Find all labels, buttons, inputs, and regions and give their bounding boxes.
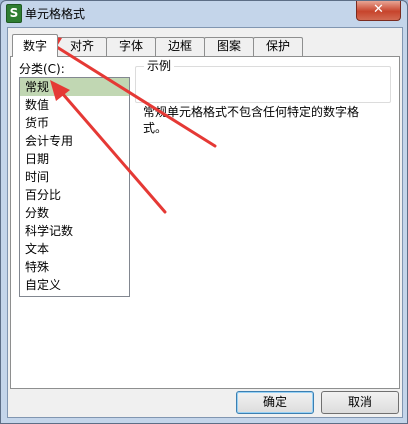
spreadsheet-app-icon: S xyxy=(6,4,22,23)
list-item-general[interactable]: 常规 xyxy=(20,78,129,96)
format-cells-dialog: S 单元格格式 ✕ 数字 对齐 字体 边框 图案 保护 分类(C): 常规 数值… xyxy=(0,0,408,424)
list-item-time[interactable]: 时间 xyxy=(20,168,129,186)
cancel-button[interactable]: 取消 xyxy=(321,391,399,414)
list-item-custom[interactable]: 自定义 xyxy=(20,276,129,294)
tab-protection[interactable]: 保护 xyxy=(253,37,303,56)
format-description: 常规单元格格式不包含任何特定的数字格式。 xyxy=(143,105,360,135)
list-item-fraction[interactable]: 分数 xyxy=(20,204,129,222)
list-item-special[interactable]: 特殊 xyxy=(20,258,129,276)
close-button[interactable]: ✕ xyxy=(356,1,401,21)
preview-label: 示例 xyxy=(144,59,175,73)
list-item-scientific[interactable]: 科学记数 xyxy=(20,222,129,240)
ok-button[interactable]: 确定 xyxy=(236,391,314,414)
dialog-title: 单元格格式 xyxy=(25,7,86,21)
dialog-body: 数字 对齐 字体 边框 图案 保护 分类(C): 常规 数值 货币 会计专用 日… xyxy=(7,27,403,418)
tab-alignment[interactable]: 对齐 xyxy=(57,37,107,56)
list-item-number[interactable]: 数值 xyxy=(20,96,129,114)
list-item-currency[interactable]: 货币 xyxy=(20,114,129,132)
tab-border[interactable]: 边框 xyxy=(155,37,205,56)
number-tab-panel: 分类(C): 常规 数值 货币 会计专用 日期 时间 百分比 分数 科学记数 文… xyxy=(10,56,400,389)
title-bar[interactable]: S 单元格格式 ✕ xyxy=(1,1,407,27)
category-list[interactable]: 常规 数值 货币 会计专用 日期 时间 百分比 分数 科学记数 文本 特殊 自定… xyxy=(19,77,130,297)
list-item-text[interactable]: 文本 xyxy=(20,240,129,258)
list-item-date[interactable]: 日期 xyxy=(20,150,129,168)
list-item-percentage[interactable]: 百分比 xyxy=(20,186,129,204)
list-item-accounting[interactable]: 会计专用 xyxy=(20,132,129,150)
tab-number[interactable]: 数字 xyxy=(12,34,58,57)
category-label: 分类(C): xyxy=(19,62,65,76)
tab-font[interactable]: 字体 xyxy=(106,37,156,56)
preview-box: 示例 xyxy=(135,59,391,103)
tab-pattern[interactable]: 图案 xyxy=(204,37,254,56)
